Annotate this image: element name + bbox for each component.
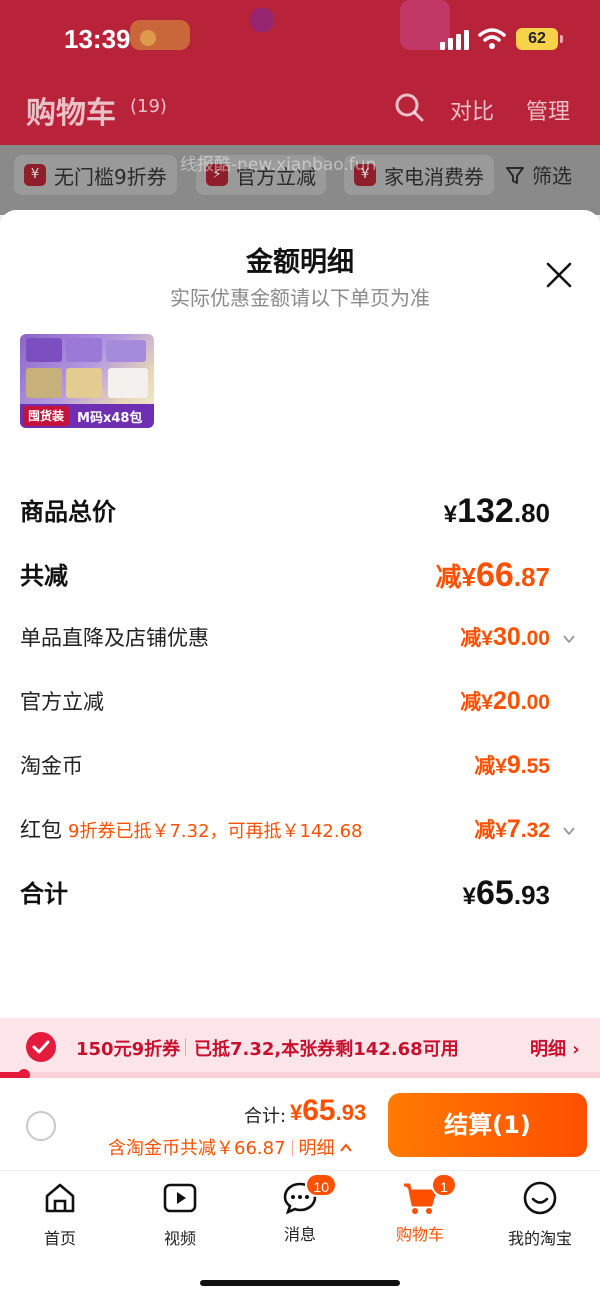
filter-chip-label: 家电消费券 bbox=[384, 164, 484, 189]
product-badge: 囤货装 M码x48包 bbox=[20, 404, 154, 428]
row-red-packet[interactable]: 红包 9折券已抵￥7.32，可再抵￥142.68 减¥7.32 bbox=[20, 814, 580, 854]
tab-home[interactable]: 首页 bbox=[0, 1179, 120, 1249]
row-value: ¥65.93 bbox=[462, 874, 550, 912]
row-value: 减¥30.00 bbox=[460, 623, 550, 651]
home-indicator bbox=[200, 1280, 400, 1286]
bottom-tab-bar: 首页 视频 10 消息 1 购物车 我的淘宝 bbox=[0, 1170, 600, 1298]
tab-label: 购物车 bbox=[395, 1225, 444, 1244]
row-label: 官方立减 bbox=[20, 690, 104, 714]
chevron-down-icon[interactable] bbox=[562, 824, 576, 838]
tab-label: 首页 bbox=[43, 1229, 76, 1248]
select-all-checkbox[interactable] bbox=[26, 1111, 56, 1141]
row-official-discount: 官方立减 减¥20.00 bbox=[20, 686, 580, 726]
amount-detail-sheet: 金额明细 实际优惠金额请以下单页为准 囤货装 M码x48包 商品总价 ¥132.… bbox=[0, 210, 600, 1040]
checkout-bar: 合计: ¥65.93 含淘金币共减￥66.87 明细 结算(1) bbox=[0, 1078, 600, 1170]
row-item-discount[interactable]: 单品直降及店铺优惠 减¥30.00 bbox=[20, 622, 580, 662]
tab-messages[interactable]: 10 消息 bbox=[240, 1173, 360, 1245]
signal-icon bbox=[440, 28, 470, 50]
product-spec: M码x48包 bbox=[77, 410, 143, 426]
row-value: 减¥9.55 bbox=[474, 751, 550, 779]
video-icon bbox=[163, 1183, 197, 1213]
filter-chip-coupon[interactable]: ¥ 无门槛9折券 bbox=[14, 155, 177, 195]
tab-label: 视频 bbox=[163, 1229, 196, 1248]
tab-profile[interactable]: 我的淘宝 bbox=[480, 1179, 600, 1249]
tab-cart[interactable]: 1 购物车 bbox=[360, 1173, 480, 1245]
checked-icon[interactable] bbox=[26, 1032, 56, 1062]
row-label: 商品总价 bbox=[20, 498, 116, 526]
home-icon bbox=[45, 1183, 75, 1213]
checkout-button[interactable]: 结算(1) bbox=[388, 1093, 587, 1157]
row-value: ¥132.80 bbox=[443, 492, 550, 530]
chevron-up-icon[interactable] bbox=[339, 1142, 353, 1154]
search-icon[interactable] bbox=[394, 92, 424, 122]
funnel-icon bbox=[506, 166, 524, 184]
row-value: 减¥20.00 bbox=[460, 687, 550, 715]
row-subtotal: 商品总价 ¥132.80 bbox=[20, 492, 580, 532]
product-thumbnail[interactable]: 囤货装 M码x48包 bbox=[20, 334, 154, 428]
coupon-detail-link[interactable]: 明细 › bbox=[530, 1035, 580, 1061]
row-taojinbi: 淘金币 减¥9.55 bbox=[20, 750, 580, 790]
sheet-subtitle: 实际优惠金额请以下单页为准 bbox=[170, 286, 430, 310]
page-title: 购物车 bbox=[26, 96, 116, 131]
filter-chip-label: 无门槛9折券 bbox=[54, 164, 167, 189]
row-value: 减¥7.32 bbox=[474, 815, 550, 843]
cart-item-count: (19) bbox=[130, 96, 167, 117]
row-label: 淘金币 bbox=[20, 754, 83, 778]
status-bar: 13:39 62 bbox=[0, 0, 600, 80]
row-total-discount: 共减 减¥66.87 bbox=[20, 556, 580, 596]
tab-label: 消息 bbox=[283, 1225, 316, 1244]
message-icon-wrap: 10 bbox=[281, 1173, 337, 1217]
filter-label: 筛选 bbox=[532, 164, 572, 188]
row-label: 红包 9折券已抵￥7.32，可再抵￥142.68 bbox=[20, 818, 363, 842]
compare-button[interactable]: 对比 bbox=[450, 94, 494, 126]
cart-badge: 1 bbox=[431, 1173, 457, 1197]
coupon-icon: ¥ bbox=[24, 164, 46, 186]
battery-icon: 62 bbox=[516, 28, 558, 50]
chevron-down-icon[interactable] bbox=[562, 632, 576, 646]
coupon-strip[interactable]: 150元9折券 已抵7.32,本张券剩142.68可用 明细 › bbox=[0, 1018, 600, 1074]
profile-icon bbox=[523, 1181, 557, 1215]
wifi-icon bbox=[478, 28, 506, 49]
row-label: 合计 bbox=[20, 880, 68, 908]
row-label: 单品直降及店铺优惠 bbox=[20, 626, 209, 650]
product-tag: 囤货装 bbox=[23, 406, 70, 426]
status-time: 13:39 bbox=[64, 24, 131, 54]
watermark: 线报酷-new.xianbao.fun bbox=[180, 155, 377, 175]
cart-icon-wrap: 1 bbox=[401, 1173, 457, 1217]
divider bbox=[185, 1038, 186, 1056]
coupon-description: 已抵7.32,本张券剩142.68可用 bbox=[194, 1039, 459, 1060]
row-label: 共减 bbox=[20, 562, 68, 590]
total-value: ¥65.93 bbox=[290, 1094, 367, 1127]
message-badge: 10 bbox=[305, 1173, 337, 1197]
savings-summary[interactable]: 含淘金币共减￥66.87 明细 bbox=[108, 1134, 353, 1160]
filter-button[interactable]: 筛选 bbox=[504, 160, 572, 189]
row-value: 减¥66.87 bbox=[435, 556, 550, 594]
sheet-title: 金额明细 bbox=[246, 247, 354, 278]
tab-label: 我的淘宝 bbox=[507, 1229, 572, 1248]
total-label: 合计: bbox=[244, 1106, 287, 1127]
battery-tip bbox=[560, 35, 563, 43]
row-grand-total: 合计 ¥65.93 bbox=[20, 874, 580, 914]
manage-button[interactable]: 管理 bbox=[526, 94, 570, 126]
close-icon[interactable] bbox=[544, 260, 574, 290]
coupon-name: 150元9折券 bbox=[76, 1039, 181, 1060]
tab-video[interactable]: 视频 bbox=[120, 1179, 240, 1249]
red-packet-note: 9折券已抵￥7.32，可再抵￥142.68 bbox=[68, 821, 363, 842]
